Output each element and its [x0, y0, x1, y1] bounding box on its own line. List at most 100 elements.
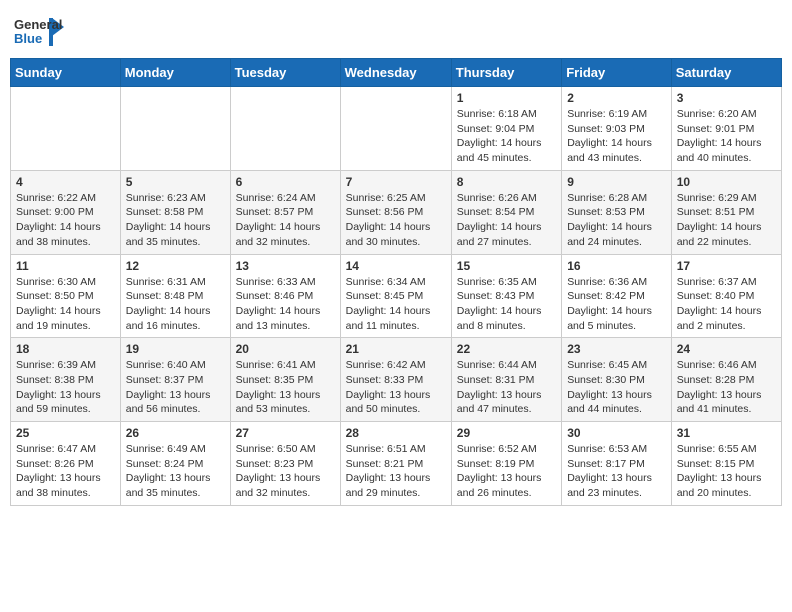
calendar-cell: 10 Sunrise: 6:29 AM Sunset: 8:51 PM Dayli… — [671, 170, 781, 254]
day-number: 30 — [567, 426, 666, 440]
svg-text:General: General — [14, 17, 62, 32]
day-number: 6 — [236, 175, 335, 189]
calendar-cell — [11, 87, 121, 171]
day-number: 31 — [677, 426, 776, 440]
calendar-table: SundayMondayTuesdayWednesdayThursdayFrid… — [10, 58, 782, 506]
day-number: 19 — [126, 342, 225, 356]
day-number: 29 — [457, 426, 556, 440]
calendar-cell: 18 Sunrise: 6:39 AM Sunset: 8:38 PM Dayli… — [11, 338, 121, 422]
day-info: Sunrise: 6:20 AM Sunset: 9:01 PM Dayligh… — [677, 107, 776, 166]
day-info: Sunrise: 6:53 AM Sunset: 8:17 PM Dayligh… — [567, 442, 666, 501]
day-number: 14 — [346, 259, 446, 273]
calendar-cell — [120, 87, 230, 171]
day-number: 27 — [236, 426, 335, 440]
day-number: 24 — [677, 342, 776, 356]
day-number: 5 — [126, 175, 225, 189]
day-number: 20 — [236, 342, 335, 356]
calendar-cell: 27 Sunrise: 6:50 AM Sunset: 8:23 PM Dayli… — [230, 422, 340, 506]
day-number: 23 — [567, 342, 666, 356]
day-info: Sunrise: 6:46 AM Sunset: 8:28 PM Dayligh… — [677, 358, 776, 417]
calendar-cell: 25 Sunrise: 6:47 AM Sunset: 8:26 PM Dayli… — [11, 422, 121, 506]
day-number: 21 — [346, 342, 446, 356]
day-number: 11 — [16, 259, 115, 273]
day-number: 3 — [677, 91, 776, 105]
calendar-cell: 26Sunrise: 6:49 AM Sunset: 8:24 PM Dayli… — [120, 422, 230, 506]
calendar-cell: 22 Sunrise: 6:44 AM Sunset: 8:31 PM Dayli… — [451, 338, 561, 422]
day-number: 28 — [346, 426, 446, 440]
day-info: Sunrise: 6:37 AM Sunset: 8:40 PM Dayligh… — [677, 275, 776, 334]
calendar-week-1: 1 Sunrise: 6:18 AM Sunset: 9:04 PM Daylig… — [11, 87, 782, 171]
calendar-cell: 19Sunrise: 6:40 AM Sunset: 8:37 PM Dayli… — [120, 338, 230, 422]
page-header: GeneralBlue — [10, 10, 782, 50]
day-info: Sunrise: 6:19 AM Sunset: 9:03 PM Dayligh… — [567, 107, 666, 166]
calendar-cell: 4 Sunrise: 6:22 AM Sunset: 9:00 PM Daylig… — [11, 170, 121, 254]
day-info: Sunrise: 6:52 AM Sunset: 8:19 PM Dayligh… — [457, 442, 556, 501]
day-info: Sunrise: 6:31 AM Sunset: 8:48 PM Dayligh… — [126, 275, 225, 334]
logo-svg: GeneralBlue — [14, 14, 66, 50]
calendar-cell: 30 Sunrise: 6:53 AM Sunset: 8:17 PM Dayli… — [562, 422, 672, 506]
calendar-cell: 23Sunrise: 6:45 AM Sunset: 8:30 PM Dayli… — [562, 338, 672, 422]
day-info: Sunrise: 6:36 AM Sunset: 8:42 PM Dayligh… — [567, 275, 666, 334]
day-info: Sunrise: 6:23 AM Sunset: 8:58 PM Dayligh… — [126, 191, 225, 250]
day-info: Sunrise: 6:55 AM Sunset: 8:15 PM Dayligh… — [677, 442, 776, 501]
col-header-tuesday: Tuesday — [230, 59, 340, 87]
day-number: 7 — [346, 175, 446, 189]
day-info: Sunrise: 6:22 AM Sunset: 9:00 PM Dayligh… — [16, 191, 115, 250]
day-number: 18 — [16, 342, 115, 356]
day-info: Sunrise: 6:42 AM Sunset: 8:33 PM Dayligh… — [346, 358, 446, 417]
day-info: Sunrise: 6:18 AM Sunset: 9:04 PM Dayligh… — [457, 107, 556, 166]
calendar-cell: 14 Sunrise: 6:34 AM Sunset: 8:45 PM Dayli… — [340, 254, 451, 338]
day-number: 17 — [677, 259, 776, 273]
day-info: Sunrise: 6:29 AM Sunset: 8:51 PM Dayligh… — [677, 191, 776, 250]
day-number: 9 — [567, 175, 666, 189]
calendar-cell: 21 Sunrise: 6:42 AM Sunset: 8:33 PM Dayli… — [340, 338, 451, 422]
day-number: 13 — [236, 259, 335, 273]
calendar-header-row: SundayMondayTuesdayWednesdayThursdayFrid… — [11, 59, 782, 87]
day-info: Sunrise: 6:50 AM Sunset: 8:23 PM Dayligh… — [236, 442, 335, 501]
calendar-cell: 29 Sunrise: 6:52 AM Sunset: 8:19 PM Dayli… — [451, 422, 561, 506]
day-number: 22 — [457, 342, 556, 356]
calendar-cell: 6 Sunrise: 6:24 AM Sunset: 8:57 PM Daylig… — [230, 170, 340, 254]
day-info: Sunrise: 6:30 AM Sunset: 8:50 PM Dayligh… — [16, 275, 115, 334]
calendar-cell: 9Sunrise: 6:28 AM Sunset: 8:53 PM Daylig… — [562, 170, 672, 254]
calendar-week-3: 11 Sunrise: 6:30 AM Sunset: 8:50 PM Dayli… — [11, 254, 782, 338]
calendar-cell: 5 Sunrise: 6:23 AM Sunset: 8:58 PM Daylig… — [120, 170, 230, 254]
calendar-cell: 15 Sunrise: 6:35 AM Sunset: 8:43 PM Dayli… — [451, 254, 561, 338]
calendar-cell: 20 Sunrise: 6:41 AM Sunset: 8:35 PM Dayli… — [230, 338, 340, 422]
day-info: Sunrise: 6:34 AM Sunset: 8:45 PM Dayligh… — [346, 275, 446, 334]
calendar-cell: 2Sunrise: 6:19 AM Sunset: 9:03 PM Daylig… — [562, 87, 672, 171]
day-number: 4 — [16, 175, 115, 189]
calendar-cell: 3 Sunrise: 6:20 AM Sunset: 9:01 PM Daylig… — [671, 87, 781, 171]
col-header-monday: Monday — [120, 59, 230, 87]
calendar-cell: 8Sunrise: 6:26 AM Sunset: 8:54 PM Daylig… — [451, 170, 561, 254]
calendar-cell: 28 Sunrise: 6:51 AM Sunset: 8:21 PM Dayli… — [340, 422, 451, 506]
day-info: Sunrise: 6:35 AM Sunset: 8:43 PM Dayligh… — [457, 275, 556, 334]
day-info: Sunrise: 6:49 AM Sunset: 8:24 PM Dayligh… — [126, 442, 225, 501]
calendar-cell: 12Sunrise: 6:31 AM Sunset: 8:48 PM Dayli… — [120, 254, 230, 338]
col-header-friday: Friday — [562, 59, 672, 87]
day-number: 15 — [457, 259, 556, 273]
day-info: Sunrise: 6:51 AM Sunset: 8:21 PM Dayligh… — [346, 442, 446, 501]
day-info: Sunrise: 6:26 AM Sunset: 8:54 PM Dayligh… — [457, 191, 556, 250]
day-info: Sunrise: 6:39 AM Sunset: 8:38 PM Dayligh… — [16, 358, 115, 417]
day-number: 25 — [16, 426, 115, 440]
calendar-cell: 7 Sunrise: 6:25 AM Sunset: 8:56 PM Daylig… — [340, 170, 451, 254]
day-info: Sunrise: 6:44 AM Sunset: 8:31 PM Dayligh… — [457, 358, 556, 417]
day-info: Sunrise: 6:24 AM Sunset: 8:57 PM Dayligh… — [236, 191, 335, 250]
col-header-sunday: Sunday — [11, 59, 121, 87]
col-header-wednesday: Wednesday — [340, 59, 451, 87]
calendar-cell: 31 Sunrise: 6:55 AM Sunset: 8:15 PM Dayli… — [671, 422, 781, 506]
day-number: 16 — [567, 259, 666, 273]
calendar-week-2: 4 Sunrise: 6:22 AM Sunset: 9:00 PM Daylig… — [11, 170, 782, 254]
svg-text:Blue: Blue — [14, 31, 42, 46]
calendar-cell — [340, 87, 451, 171]
day-number: 10 — [677, 175, 776, 189]
day-info: Sunrise: 6:25 AM Sunset: 8:56 PM Dayligh… — [346, 191, 446, 250]
day-number: 1 — [457, 91, 556, 105]
col-header-saturday: Saturday — [671, 59, 781, 87]
day-info: Sunrise: 6:41 AM Sunset: 8:35 PM Dayligh… — [236, 358, 335, 417]
calendar-cell — [230, 87, 340, 171]
col-header-thursday: Thursday — [451, 59, 561, 87]
calendar-cell: 16 Sunrise: 6:36 AM Sunset: 8:42 PM Dayli… — [562, 254, 672, 338]
day-info: Sunrise: 6:47 AM Sunset: 8:26 PM Dayligh… — [16, 442, 115, 501]
